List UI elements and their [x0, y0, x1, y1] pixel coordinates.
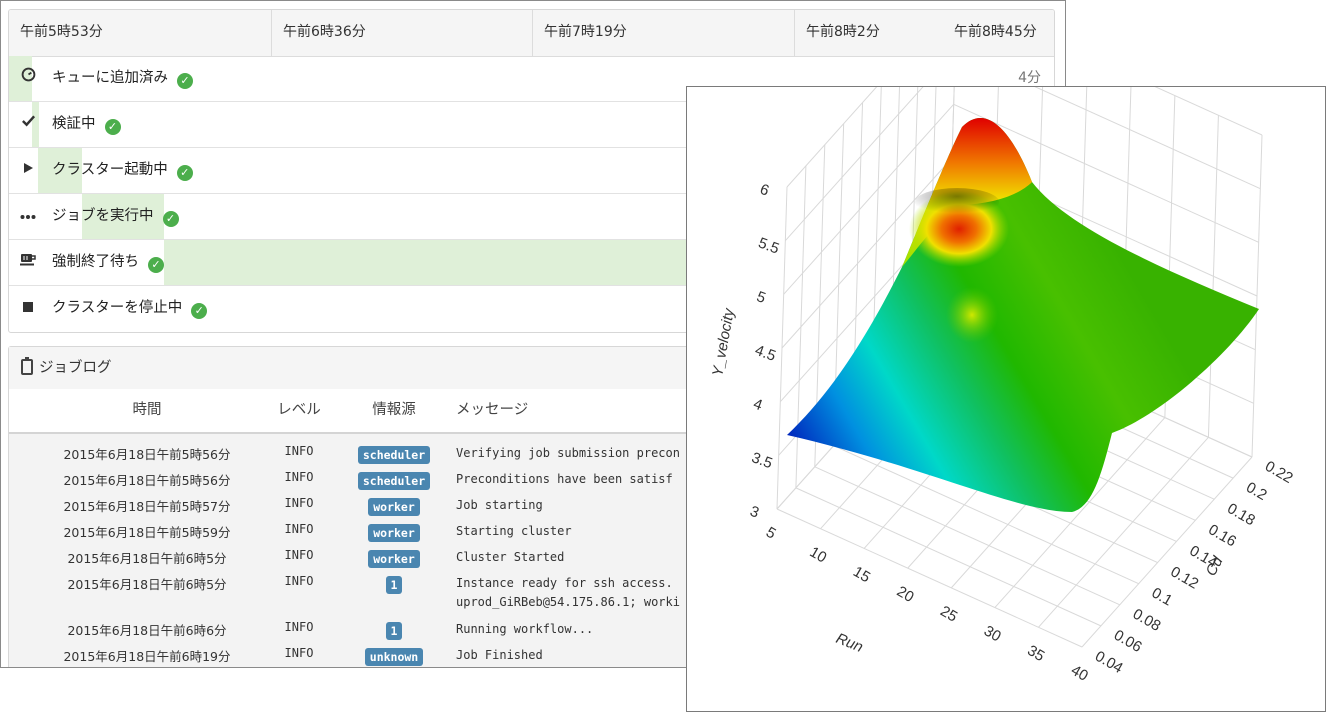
timeline-tick: 午前7時19分	[532, 10, 794, 56]
x-tick-label: 30	[981, 622, 1004, 645]
gridline	[776, 508, 1083, 648]
column-header-source[interactable]: 情報源	[344, 389, 444, 432]
check-circle-icon: ✓	[162, 211, 179, 227]
check-circle-icon: ✓	[176, 165, 193, 181]
x-tick-label: 15	[850, 563, 873, 586]
check-circle-icon: ✓	[148, 257, 164, 273]
z-tick-label: 5	[754, 288, 768, 307]
timeline-row-label: 検証中 ✓	[52, 102, 121, 147]
source-badge: unknown	[364, 648, 424, 666]
clipboard-icon	[21, 357, 33, 375]
y-tick-label: 0.18	[1224, 500, 1258, 529]
timeline-tick: 午前8時45分	[954, 24, 1037, 40]
y-tick-label: 0.16	[1205, 521, 1239, 550]
timeline-row-label: キューに追加済み ✓	[52, 56, 193, 101]
x-tick-label: 5	[763, 524, 779, 543]
job-log-title: ジョブログ	[39, 360, 112, 376]
y-tick-label: 0.2	[1243, 479, 1270, 504]
z-tick-label: 6	[758, 181, 772, 200]
surface-plot[interactable]: 3 3.5 4 4.5 5 5.5 6 5 10 15 20 25 30 35 40 0.040.060.08…	[687, 87, 1326, 712]
z-tick-label: 3	[748, 503, 762, 522]
source-badge: scheduler	[357, 446, 431, 464]
timeline-tick: 午前5時53分	[20, 24, 103, 40]
log-time: 2015年6月18日午前6時5分	[67, 577, 227, 592]
gridline	[1081, 456, 1253, 648]
surface-plot-window: 3 3.5 4 4.5 5 5.5 6 5 10 15 20 25 30 35 40 0.04 0.06 0.08…	[686, 86, 1326, 712]
timeline-row-label: クラスター起動中 ✓	[52, 148, 193, 193]
source-badge: worker	[368, 524, 420, 542]
y-tick-label: 0.04	[1092, 648, 1126, 677]
timeline-header: 午前5時53分 午前6時36分 午前7時19分 午前8時2分 午前8時45分	[9, 10, 1054, 57]
column-header-level[interactable]: レベル	[274, 389, 324, 432]
x-tick-label: 40	[1068, 662, 1091, 685]
log-level: INFO	[284, 444, 314, 458]
log-time: 2015年6月18日午前5時57分	[63, 499, 231, 514]
z-tick-label: 4.5	[753, 342, 778, 365]
check-circle-icon: ✓	[177, 73, 193, 89]
log-time: 2015年6月18日午前6時5分	[67, 551, 227, 566]
column-header-message[interactable]: メッセージ	[456, 389, 528, 432]
z-tick-label: 5.5	[756, 234, 781, 257]
source-badge: 1	[385, 576, 403, 594]
x-tick-label: 25	[937, 603, 960, 626]
log-time: 2015年6月18日午前5時56分	[63, 473, 231, 488]
source-badge: worker	[368, 498, 420, 516]
y-tick-label: 0.1	[1149, 584, 1176, 609]
log-level: INFO	[284, 496, 314, 510]
timeline-row-label: クラスターを停止中 ✓	[52, 286, 208, 331]
timeline-row-label: ジョブを実行中 ✓	[52, 194, 179, 239]
log-level: INFO	[284, 620, 314, 634]
timeline-tick: 午前6時36分	[271, 10, 533, 56]
surface-minor-hump	[946, 287, 998, 343]
log-time: 2015年6月18日午前5時59分	[63, 525, 231, 540]
check-circle-icon: ✓	[104, 119, 121, 135]
y-tick-label: 0.12	[1168, 563, 1202, 592]
check-circle-icon: ✓	[191, 303, 208, 319]
gridline	[1154, 87, 1263, 136]
gridline	[786, 87, 878, 188]
x-tick-label: 35	[1024, 642, 1047, 665]
log-level: INFO	[284, 470, 314, 484]
source-badge: scheduler	[357, 472, 431, 490]
play-icon	[20, 148, 36, 193]
log-level: INFO	[284, 646, 314, 660]
column-header-time[interactable]: 時間	[37, 389, 257, 432]
x-tick-label: 10	[807, 543, 830, 566]
z-axis-title: Y_velocity	[709, 306, 738, 378]
y-tick-label: 0.22	[1262, 458, 1296, 487]
timeline-row-label: 強制終了待ち ✓	[52, 240, 164, 285]
z-tick-label: 3.5	[749, 449, 774, 472]
log-time: 2015年6月18日午前5時56分	[63, 447, 231, 462]
log-time: 2015年6月18日午前6時6分	[67, 623, 227, 638]
ellipsis-icon	[20, 194, 36, 239]
gauge-icon	[20, 56, 36, 101]
x-axis-title: Run	[834, 630, 866, 656]
coffee-icon	[20, 240, 36, 285]
log-level: INFO	[284, 548, 314, 562]
y-tick-label: 0.08	[1130, 606, 1164, 635]
timeline-tick: 午前8時2分	[794, 10, 934, 56]
log-level: INFO	[284, 522, 314, 536]
log-time: 2015年6月18日午前6時19分	[63, 649, 231, 664]
y-tick-label: 0.06	[1111, 627, 1145, 656]
surface-shadow	[915, 188, 999, 216]
z-tick-label: 4	[751, 395, 765, 414]
checkmark-icon	[20, 102, 36, 147]
log-level: INFO	[284, 574, 314, 588]
log-message-line: uprod_GiRBeb@54.175.86.1; worki	[456, 595, 680, 609]
source-badge: worker	[368, 550, 420, 568]
stop-icon	[20, 286, 36, 331]
source-badge: 1	[385, 622, 403, 640]
x-tick-label: 20	[894, 583, 917, 606]
log-message-line: Instance ready for ssh access.	[456, 576, 673, 590]
